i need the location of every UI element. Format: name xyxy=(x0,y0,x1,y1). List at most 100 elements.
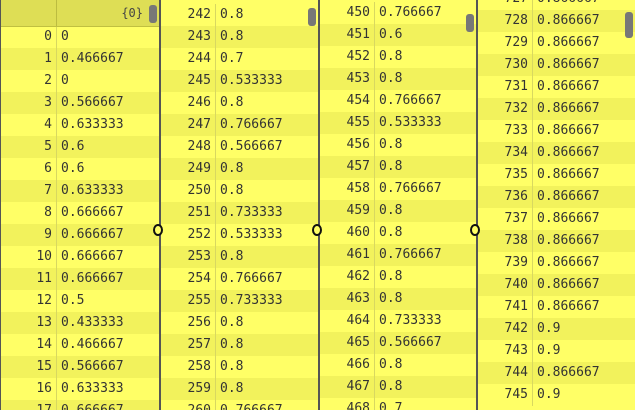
panel-4-scrollbar[interactable] xyxy=(625,12,633,38)
table-row[interactable]: 258 0.8 xyxy=(161,356,318,378)
table-row[interactable]: 729 0.866667 xyxy=(478,32,635,54)
data-panel-3[interactable]: 450 0.766667 451 0.6 452 0.8 453 0.8 454 0.766667… xyxy=(319,0,477,410)
table-row[interactable]: 739 0.866667 xyxy=(478,252,635,274)
table-row[interactable]: 13 0.433333 xyxy=(1,312,159,334)
table-row[interactable]: 251 0.733333 xyxy=(161,202,318,224)
table-row[interactable]: 170.666667 xyxy=(1,400,159,410)
table-row[interactable]: 464 0.733333 xyxy=(320,310,476,332)
table-row[interactable]: 10 0.666667 xyxy=(1,246,159,268)
table-row[interactable]: 743 0.9 xyxy=(478,340,635,362)
table-row[interactable]: 462 0.8 xyxy=(320,266,476,288)
row-value: 0.8 xyxy=(215,334,243,356)
table-row[interactable]: 00 xyxy=(1,26,159,48)
table-row[interactable]: 463 0.8 xyxy=(320,288,476,310)
table-row[interactable]: 740 0.866667 xyxy=(478,274,635,296)
table-row[interactable]: 468 0.7 xyxy=(320,398,476,410)
table-row[interactable]: 247 0.766667 xyxy=(161,114,318,136)
table-row[interactable]: 15 0.566667 xyxy=(1,356,159,378)
table-row[interactable]: 459 0.8 xyxy=(320,200,476,222)
table-row[interactable]: 466 0.8 xyxy=(320,354,476,376)
table-row[interactable]: 14 0.466667 xyxy=(1,334,159,356)
table-row[interactable]: 736 0.866667 xyxy=(478,186,635,208)
table-row[interactable]: 455 0.533333 xyxy=(320,112,476,134)
table-row[interactable]: 731 0.866667 xyxy=(478,76,635,98)
row-value: 0.633333 xyxy=(56,378,124,400)
table-row[interactable]: 246 0.8 xyxy=(161,92,318,114)
row-value: 0.6 xyxy=(56,136,84,158)
table-row[interactable]: 3 0.566667 xyxy=(1,92,159,114)
row-value: 0.666667 xyxy=(56,246,124,268)
row-value: 0.666667 xyxy=(56,202,124,224)
table-row[interactable]: 5 0.6 xyxy=(1,136,159,158)
table-row[interactable]: 255 0.733333 xyxy=(161,290,318,312)
data-panel-4[interactable]: 7270.8666677280.8666677290.8666677300.86… xyxy=(477,0,635,410)
resize-handle-1[interactable] xyxy=(153,224,163,236)
table-row[interactable]: 732 0.866667 xyxy=(478,98,635,120)
row-index: 451 xyxy=(346,27,370,42)
panel-2-scrollbar[interactable] xyxy=(308,8,316,26)
table-row[interactable]: 11 0.666667 xyxy=(1,268,159,290)
table-row[interactable]: 243 0.8 xyxy=(161,26,318,48)
table-row[interactable]: 242 0.8 xyxy=(161,4,318,26)
table-row[interactable]: 2600.766667 xyxy=(161,400,318,410)
table-row[interactable]: 7 0.633333 xyxy=(1,180,159,202)
row-index: 457 xyxy=(346,159,370,174)
table-row[interactable]: 259 0.8 xyxy=(161,378,318,400)
table-row[interactable]: 250 0.8 xyxy=(161,180,318,202)
table-row[interactable]: 450 0.766667 xyxy=(320,2,476,24)
table-row[interactable]: 6 0.6 xyxy=(1,158,159,180)
table-row[interactable]: 733 0.866667 xyxy=(478,120,635,142)
row-index: 467 xyxy=(346,379,370,394)
data-panel-2[interactable]: 242 0.8 243 0.8 244 0.7 245 0.533333 246 0.8 247 0.… xyxy=(160,0,319,410)
table-row[interactable]: 742 0.9 xyxy=(478,318,635,340)
table-row[interactable]: 465 0.566667 xyxy=(320,332,476,354)
panel-3-scrollbar[interactable] xyxy=(466,14,474,32)
table-row[interactable]: 734 0.866667 xyxy=(478,142,635,164)
table-row[interactable]: 451 0.6 xyxy=(320,24,476,46)
table-row[interactable]: 253 0.8 xyxy=(161,246,318,268)
row-value: 0.8 xyxy=(374,134,402,156)
table-row[interactable]: 16 0.633333 xyxy=(1,378,159,400)
panel-1-scrollbar[interactable] xyxy=(149,5,157,23)
table-row[interactable]: 20 xyxy=(1,70,159,92)
table-row[interactable]: 12 0.5 xyxy=(1,290,159,312)
table-row[interactable]: 467 0.8 xyxy=(320,376,476,398)
table-row[interactable]: 254 0.766667 xyxy=(161,268,318,290)
table-row[interactable]: 461 0.766667 xyxy=(320,244,476,266)
table-row[interactable]: 454 0.766667 xyxy=(320,90,476,112)
table-row[interactable]: 728 0.866667 xyxy=(478,10,635,32)
table-row[interactable]: 741 0.866667 xyxy=(478,296,635,318)
table-row[interactable]: 456 0.8 xyxy=(320,134,476,156)
table-row[interactable]: 248 0.566667 xyxy=(161,136,318,158)
table-row[interactable]: 457 0.8 xyxy=(320,156,476,178)
table-row[interactable]: 252 0.533333 xyxy=(161,224,318,246)
table-row[interactable]: 257 0.8 xyxy=(161,334,318,356)
row-index: 464 xyxy=(346,313,370,328)
table-row[interactable]: 730 0.866667 xyxy=(478,54,635,76)
table-row[interactable]: 7270.866667 xyxy=(478,0,635,10)
table-row[interactable]: 460 0.8 xyxy=(320,222,476,244)
table-row[interactable]: 244 0.7 xyxy=(161,48,318,70)
table-row[interactable]: 452 0.8 xyxy=(320,46,476,68)
row-value: 0.8 xyxy=(215,92,243,114)
table-row[interactable]: 458 0.766667 xyxy=(320,178,476,200)
table-row[interactable]: 249 0.8 xyxy=(161,158,318,180)
table-row[interactable]: 745 0.9 xyxy=(478,384,635,406)
table-row[interactable]: 735 0.866667 xyxy=(478,164,635,186)
row-value: 0.866667 xyxy=(532,120,600,142)
data-panel-1[interactable]: 0 0 1 0.466667 2 0 3 0.566667 4 0.633333 5 0.6 6 0.6 7… xyxy=(0,0,160,410)
row-index: 461 xyxy=(346,247,370,262)
resize-handle-2[interactable] xyxy=(312,224,322,236)
row-index: 7 xyxy=(44,183,52,198)
table-row[interactable]: 1 0.466667 xyxy=(1,48,159,70)
table-row[interactable]: 744 0.866667 xyxy=(478,362,635,384)
table-row[interactable]: 245 0.533333 xyxy=(161,70,318,92)
resize-handle-3[interactable] xyxy=(470,224,480,236)
table-row[interactable]: 8 0.666667 xyxy=(1,202,159,224)
table-row[interactable]: 9 0.666667 xyxy=(1,224,159,246)
table-row[interactable]: 4 0.633333 xyxy=(1,114,159,136)
table-row[interactable]: 738 0.866667 xyxy=(478,230,635,252)
table-row[interactable]: 737 0.866667 xyxy=(478,208,635,230)
table-row[interactable]: 453 0.8 xyxy=(320,68,476,90)
table-row[interactable]: 256 0.8 xyxy=(161,312,318,334)
